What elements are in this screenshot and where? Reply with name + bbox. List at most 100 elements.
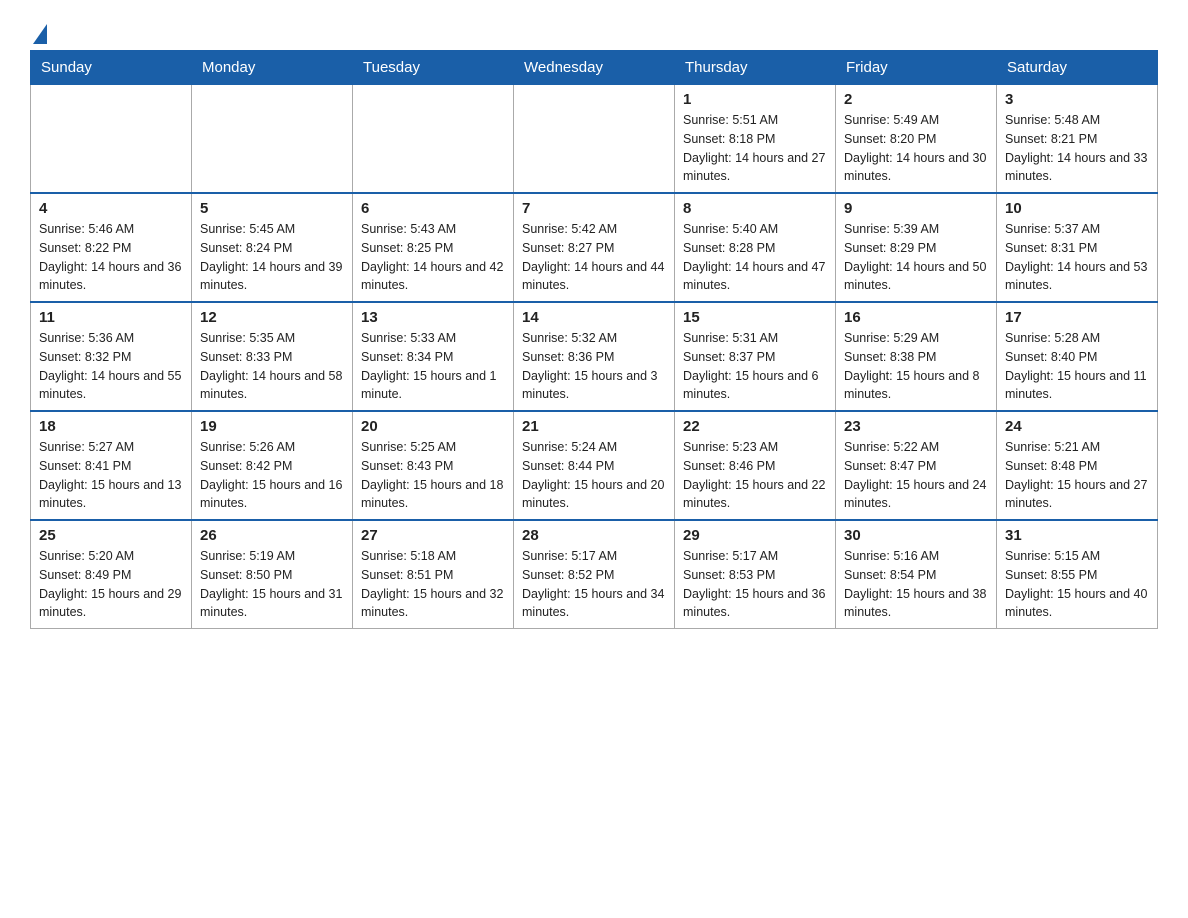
calendar-week-row-1: 1 Sunrise: 5:51 AM Sunset: 8:18 PM Daylig…	[31, 85, 1158, 194]
day-number: 4	[39, 200, 183, 217]
day-info: Sunrise: 5:48 AM Sunset: 8:21 PM Dayligh…	[1005, 111, 1149, 186]
weekday-header-friday: Friday	[836, 51, 997, 85]
day-info: Sunrise: 5:24 AM Sunset: 8:44 PM Dayligh…	[522, 438, 666, 513]
calendar-week-row-2: 4 Sunrise: 5:46 AM Sunset: 8:22 PM Daylig…	[31, 193, 1158, 302]
calendar-cell: 9 Sunrise: 5:39 AM Sunset: 8:29 PM Daylig…	[836, 193, 997, 302]
day-info: Sunrise: 5:15 AM Sunset: 8:55 PM Dayligh…	[1005, 547, 1149, 622]
day-info: Sunrise: 5:19 AM Sunset: 8:50 PM Dayligh…	[200, 547, 344, 622]
calendar-cell: 12Sunrise: 5:35 AM Sunset: 8:33 PM Dayli…	[192, 302, 353, 411]
day-info: Sunrise: 5:46 AM Sunset: 8:22 PM Dayligh…	[39, 220, 183, 295]
weekday-header-monday: Monday	[192, 51, 353, 85]
day-info: Sunrise: 5:28 AM Sunset: 8:40 PM Dayligh…	[1005, 329, 1149, 404]
day-number: 7	[522, 200, 666, 217]
calendar-cell: 7 Sunrise: 5:42 AM Sunset: 8:27 PM Daylig…	[514, 193, 675, 302]
calendar-cell: 14 Sunrise: 5:32 AM Sunset: 8:36 PM Dayli…	[514, 302, 675, 411]
day-info: Sunrise: 5:43 AM Sunset: 8:25 PM Dayligh…	[361, 220, 505, 295]
day-info: Sunrise: 5:33 AM Sunset: 8:34 PM Dayligh…	[361, 329, 505, 404]
calendar-cell	[31, 85, 192, 194]
day-number: 1	[683, 91, 827, 108]
calendar-cell: 20 Sunrise: 5:25 AM Sunset: 8:43 PM Dayli…	[353, 411, 514, 520]
calendar-cell: 2 Sunrise: 5:49 AM Sunset: 8:20 PM Daylig…	[836, 85, 997, 194]
day-number: 18	[39, 418, 183, 435]
day-number: 20	[361, 418, 505, 435]
day-number: 10	[1005, 200, 1149, 217]
day-info: Sunrise: 5:18 AM Sunset: 8:51 PM Dayligh…	[361, 547, 505, 622]
calendar-cell: 1 Sunrise: 5:51 AM Sunset: 8:18 PM Daylig…	[675, 85, 836, 194]
weekday-header-row: SundayMondayTuesdayWednesdayThursdayFrid…	[31, 51, 1158, 85]
day-number: 9	[844, 200, 988, 217]
day-number: 13	[361, 309, 505, 326]
calendar-cell: 22 Sunrise: 5:23 AM Sunset: 8:46 PM Dayli…	[675, 411, 836, 520]
day-number: 17	[1005, 309, 1149, 326]
calendar-cell: 24 Sunrise: 5:21 AM Sunset: 8:48 PM Dayli…	[997, 411, 1158, 520]
day-info: Sunrise: 5:31 AM Sunset: 8:37 PM Dayligh…	[683, 329, 827, 404]
day-number: 26	[200, 527, 344, 544]
day-info: Sunrise: 5:21 AM Sunset: 8:48 PM Dayligh…	[1005, 438, 1149, 513]
day-info: Sunrise: 5:49 AM Sunset: 8:20 PM Dayligh…	[844, 111, 988, 186]
day-info: Sunrise: 5:37 AM Sunset: 8:31 PM Dayligh…	[1005, 220, 1149, 295]
calendar-cell: 4 Sunrise: 5:46 AM Sunset: 8:22 PM Daylig…	[31, 193, 192, 302]
logo-triangle-icon	[33, 24, 47, 44]
calendar-cell: 15 Sunrise: 5:31 AM Sunset: 8:37 PM Dayli…	[675, 302, 836, 411]
day-number: 27	[361, 527, 505, 544]
calendar-cell: 6 Sunrise: 5:43 AM Sunset: 8:25 PM Daylig…	[353, 193, 514, 302]
day-number: 31	[1005, 527, 1149, 544]
day-info: Sunrise: 5:39 AM Sunset: 8:29 PM Dayligh…	[844, 220, 988, 295]
calendar-week-row-3: 11 Sunrise: 5:36 AM Sunset: 8:32 PM Dayli…	[31, 302, 1158, 411]
calendar-cell: 10 Sunrise: 5:37 AM Sunset: 8:31 PM Dayli…	[997, 193, 1158, 302]
calendar-table: SundayMondayTuesdayWednesdayThursdayFrid…	[30, 50, 1158, 629]
calendar-cell: 8 Sunrise: 5:40 AM Sunset: 8:28 PM Daylig…	[675, 193, 836, 302]
day-info: Sunrise: 5:17 AM Sunset: 8:52 PM Dayligh…	[522, 547, 666, 622]
calendar-cell: 25Sunrise: 5:20 AM Sunset: 8:49 PM Dayli…	[31, 520, 192, 629]
weekday-header-thursday: Thursday	[675, 51, 836, 85]
day-info: Sunrise: 5:40 AM Sunset: 8:28 PM Dayligh…	[683, 220, 827, 295]
day-number: 16	[844, 309, 988, 326]
day-info: Sunrise: 5:27 AM Sunset: 8:41 PM Dayligh…	[39, 438, 183, 513]
day-number: 30	[844, 527, 988, 544]
day-number: 19	[200, 418, 344, 435]
day-info: Sunrise: 5:35 AM Sunset: 8:33 PM Dayligh…	[200, 329, 344, 404]
day-number: 6	[361, 200, 505, 217]
calendar-cell: 21 Sunrise: 5:24 AM Sunset: 8:44 PM Dayli…	[514, 411, 675, 520]
weekday-header-wednesday: Wednesday	[514, 51, 675, 85]
day-number: 2	[844, 91, 988, 108]
day-number: 25	[39, 527, 183, 544]
weekday-header-tuesday: Tuesday	[353, 51, 514, 85]
calendar-cell: 26 Sunrise: 5:19 AM Sunset: 8:50 PM Dayli…	[192, 520, 353, 629]
day-info: Sunrise: 5:32 AM Sunset: 8:36 PM Dayligh…	[522, 329, 666, 404]
day-info: Sunrise: 5:29 AM Sunset: 8:38 PM Dayligh…	[844, 329, 988, 404]
calendar-cell: 16 Sunrise: 5:29 AM Sunset: 8:38 PM Dayli…	[836, 302, 997, 411]
calendar-cell: 11 Sunrise: 5:36 AM Sunset: 8:32 PM Dayli…	[31, 302, 192, 411]
day-info: Sunrise: 5:36 AM Sunset: 8:32 PM Dayligh…	[39, 329, 183, 404]
day-number: 22	[683, 418, 827, 435]
calendar-cell: 18 Sunrise: 5:27 AM Sunset: 8:41 PM Dayli…	[31, 411, 192, 520]
day-number: 15	[683, 309, 827, 326]
day-number: 28	[522, 527, 666, 544]
logo	[30, 20, 47, 40]
calendar-cell: 28 Sunrise: 5:17 AM Sunset: 8:52 PM Dayli…	[514, 520, 675, 629]
day-info: Sunrise: 5:45 AM Sunset: 8:24 PM Dayligh…	[200, 220, 344, 295]
day-info: Sunrise: 5:42 AM Sunset: 8:27 PM Dayligh…	[522, 220, 666, 295]
calendar-cell: 19 Sunrise: 5:26 AM Sunset: 8:42 PM Dayli…	[192, 411, 353, 520]
calendar-cell: 31 Sunrise: 5:15 AM Sunset: 8:55 PM Dayli…	[997, 520, 1158, 629]
calendar-cell: 30Sunrise: 5:16 AM Sunset: 8:54 PM Dayli…	[836, 520, 997, 629]
calendar-cell: 3Sunrise: 5:48 AM Sunset: 8:21 PM Daylig…	[997, 85, 1158, 194]
day-number: 21	[522, 418, 666, 435]
calendar-cell	[514, 85, 675, 194]
day-number: 5	[200, 200, 344, 217]
calendar-cell: 27 Sunrise: 5:18 AM Sunset: 8:51 PM Dayli…	[353, 520, 514, 629]
day-info: Sunrise: 5:51 AM Sunset: 8:18 PM Dayligh…	[683, 111, 827, 186]
calendar-cell: 5 Sunrise: 5:45 AM Sunset: 8:24 PM Daylig…	[192, 193, 353, 302]
day-number: 24	[1005, 418, 1149, 435]
day-number: 11	[39, 309, 183, 326]
calendar-cell: 23Sunrise: 5:22 AM Sunset: 8:47 PM Dayli…	[836, 411, 997, 520]
weekday-header-saturday: Saturday	[997, 51, 1158, 85]
day-number: 8	[683, 200, 827, 217]
day-number: 14	[522, 309, 666, 326]
calendar-cell: 29Sunrise: 5:17 AM Sunset: 8:53 PM Dayli…	[675, 520, 836, 629]
day-info: Sunrise: 5:23 AM Sunset: 8:46 PM Dayligh…	[683, 438, 827, 513]
day-info: Sunrise: 5:26 AM Sunset: 8:42 PM Dayligh…	[200, 438, 344, 513]
day-info: Sunrise: 5:25 AM Sunset: 8:43 PM Dayligh…	[361, 438, 505, 513]
day-info: Sunrise: 5:22 AM Sunset: 8:47 PM Dayligh…	[844, 438, 988, 513]
calendar-week-row-5: 25Sunrise: 5:20 AM Sunset: 8:49 PM Dayli…	[31, 520, 1158, 629]
